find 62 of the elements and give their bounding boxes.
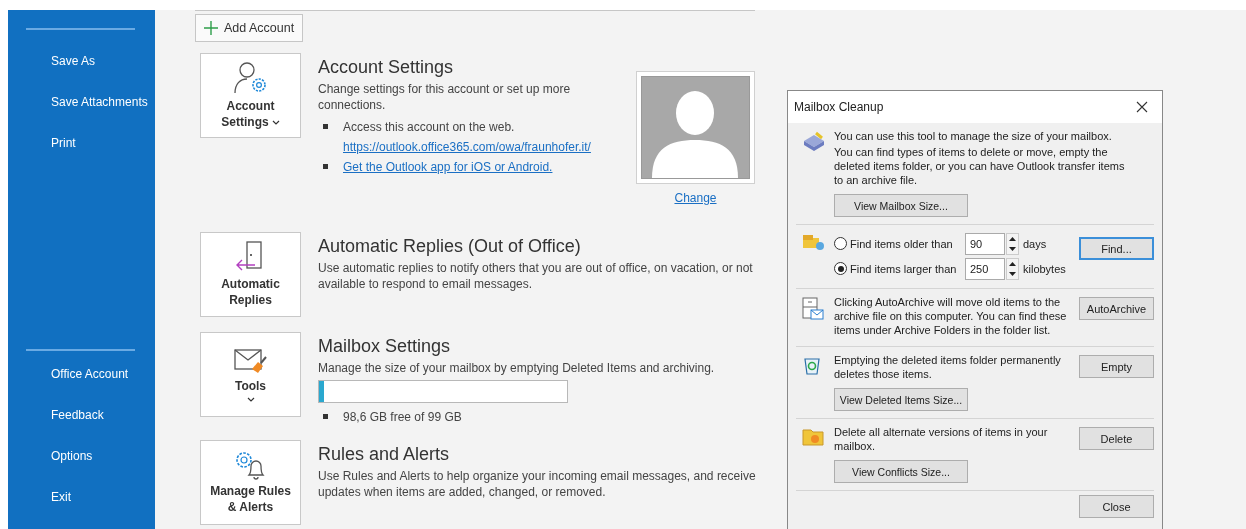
section-title: Automatic Replies (Out of Office) (318, 236, 582, 257)
bullet-icon (323, 164, 328, 169)
dialog-text: Clicking AutoArchive will move old items to the archive file on this computer. You can find these items under Archive Folders in the folder list. (834, 295, 1068, 337)
radio-button[interactable] (834, 262, 847, 275)
sidebar-item[interactable]: Exit (8, 476, 71, 517)
caret-icon (271, 119, 280, 126)
archive-mail-icon (802, 297, 824, 321)
mailbox-tool-icon (802, 131, 826, 151)
sidebar-item[interactable]: Print (8, 122, 76, 163)
number-field[interactable]: 90 (965, 232, 1005, 255)
dialog-title: Mailbox Cleanup (794, 100, 884, 114)
number-field[interactable]: 250 (965, 257, 1005, 280)
dialog-button[interactable]: View Conflicts Size... (834, 460, 968, 483)
dialog-button[interactable]: AutoArchive (1079, 297, 1154, 320)
dialog-button[interactable]: View Mailbox Size... (834, 194, 968, 217)
unit-label: days (1023, 237, 1047, 250)
tile-button[interactable]: Account Settings (200, 53, 301, 138)
section-description: Use Rules and Alerts to help organize your incoming email messages, and receive updates when items are added, changed, or removed. (318, 468, 757, 500)
section-title: Rules and Alerts (318, 444, 451, 465)
spinner-arrows-icon[interactable] (1006, 257, 1019, 280)
dialog-button[interactable]: View Deleted Items Size... (834, 388, 968, 411)
bullet-icon (323, 124, 328, 129)
dialog-button[interactable]: Find... (1079, 237, 1154, 260)
sidebar-item[interactable]: Options (8, 435, 93, 476)
bullet-icon (323, 414, 328, 419)
dialog-text: You can find types of items to delete or move, empty the deleted items folder, or you can have Outlook transfer items to an archive file. (834, 145, 1126, 187)
section-title: Account Settings (318, 57, 455, 78)
close-icon[interactable] (1136, 101, 1148, 113)
envelope-brush-icon (233, 346, 268, 375)
spinner-arrows-icon[interactable] (1006, 232, 1019, 255)
section-description: Change settings for this account or set up more connections. (318, 81, 572, 113)
sidebar-item[interactable]: Office Account (8, 353, 129, 394)
tile-button[interactable]: Automatic Replies (200, 232, 301, 317)
web-link[interactable]: Get the Outlook app for iOS or Android. (343, 157, 553, 177)
tile-button[interactable]: Tools (200, 332, 301, 417)
sidebar-item[interactable]: Save As (8, 40, 96, 81)
find-items-icon (802, 233, 826, 251)
unit-label: kilobytes (1023, 262, 1066, 275)
radio-option[interactable]: Find items larger than (834, 262, 965, 275)
dialog-button[interactable]: Empty (1079, 355, 1154, 378)
caret-icon (246, 396, 255, 403)
dialog-text: Delete all alternate versions of items in your mailbox. (834, 425, 1049, 453)
dialog-button[interactable]: Delete (1079, 427, 1154, 450)
bullet-text: Access this account on the web. (343, 119, 516, 136)
dialog-text: Emptying the deleted items folder permanently deletes those items. (834, 353, 1062, 381)
plus-icon (204, 21, 218, 35)
bullet-text: 98,6 GB free of 99 GB (343, 409, 462, 426)
sidebar-item[interactable]: Save Attachments (8, 81, 148, 122)
folder-conflict-icon (802, 427, 826, 447)
section-description: Manage the size of your mailbox by emptying Deleted Items and archiving. (318, 360, 716, 376)
radio-button[interactable] (834, 237, 847, 250)
sidebar-item[interactable]: Feedback (8, 394, 104, 435)
radio-option[interactable]: Find items older than (834, 237, 965, 250)
section-description: Use automatic replies to notify others that you are out of office, on vacation, or not available to respond to email messages. (318, 260, 754, 292)
tile-button[interactable]: Manage Rules & Alerts (200, 440, 301, 525)
recycle-bin-icon (802, 355, 822, 375)
section-title: Mailbox Settings (318, 336, 452, 357)
web-link[interactable]: https://outlook.office365.com/owa/fraunhofer.it/ (343, 137, 591, 157)
add-account-button[interactable]: Add Account (195, 14, 304, 42)
dialog-text: You can use this tool to manage the size of your mailbox. (834, 129, 1113, 143)
close-button[interactable]: Close (1079, 495, 1154, 518)
change-photo-link[interactable]: Change (674, 191, 717, 205)
